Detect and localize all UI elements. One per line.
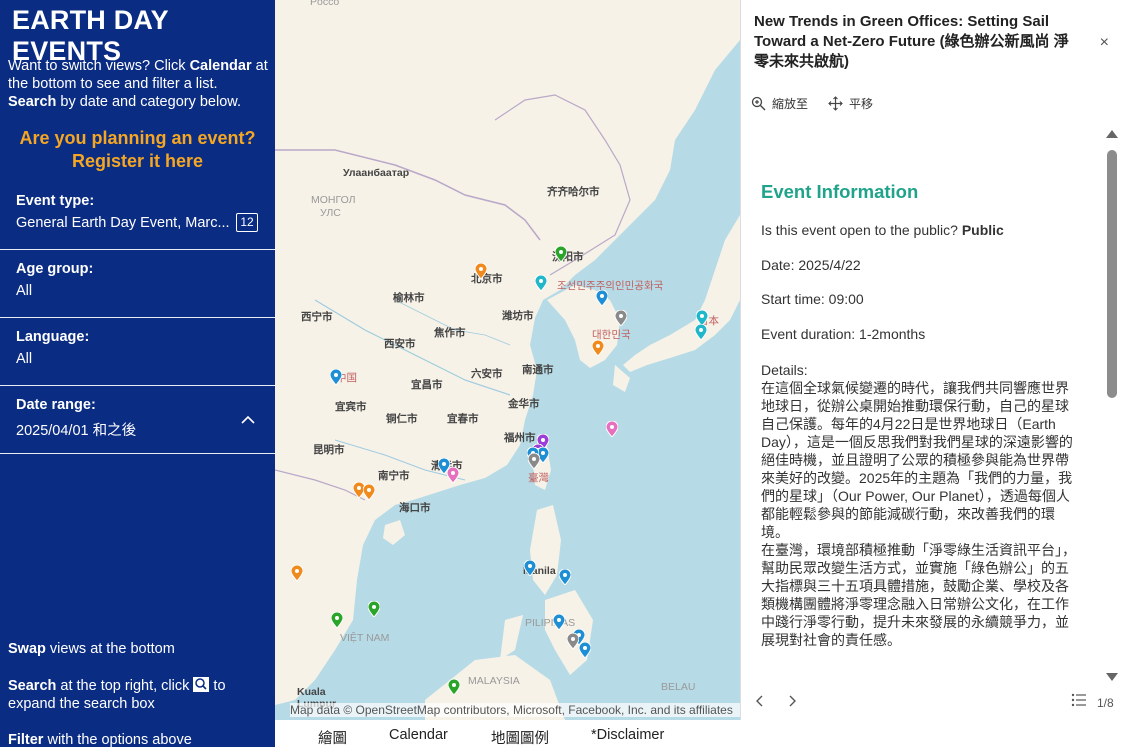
map-label: 西安市 [384,338,416,350]
previous-icon[interactable] [755,694,765,710]
map-view[interactable]: Улаанбаатар МОНГОЛ УЛС 齐齐哈尔市 沈阳市 北京市 조선민… [275,0,740,720]
list-icon[interactable] [1071,693,1087,710]
close-icon[interactable]: × [1100,34,1109,52]
map-label: MALAYSIA [468,675,520,687]
map-pin-icon[interactable] [475,263,487,279]
map-label: УЛС [320,207,341,219]
tab-calendar[interactable]: Calendar [389,727,448,743]
map-pin-icon[interactable] [592,340,604,356]
tab-disclaimer[interactable]: *Disclaimer [591,727,664,743]
search-icon [193,677,210,692]
filter-count-badge: 12 [236,213,258,232]
map-pin-icon[interactable] [567,633,579,649]
map-label: 西宁市 [301,311,333,323]
map-pin-icon[interactable] [596,290,608,306]
map-label: 六安市 [471,368,503,380]
start-time-field: Start time: 09:00 [761,291,864,307]
tab-legend[interactable]: 地圖圖例 [491,727,549,747]
map-pin-icon[interactable] [579,642,591,658]
help-filter: Filter with the options above [8,732,192,747]
map-label: 齐齐哈尔市 [547,186,600,198]
intro-text: Want to switch views? Click Calendar at … [8,58,268,110]
help-swap: Swap views at the bottom [8,641,175,657]
duration-field: Event duration: 1-2months [761,326,926,342]
filter-event-type[interactable]: Event type: General Earth Day Event, Mar… [0,183,275,250]
map-pin-icon[interactable] [553,614,565,630]
help-search: Search at the top right, click to expand… [8,677,226,712]
map-label: 榆林市 [393,292,425,304]
section-title: Event Information [761,181,919,202]
map-label: VIỆT NAM [340,632,390,644]
map-pin-icon[interactable] [363,484,375,500]
map-label: BELAU [661,681,696,693]
register-event-link[interactable]: Are you planning an event? Register it h… [0,127,275,173]
zoom-to-button[interactable]: 縮放至 [751,95,808,112]
map-pin-icon[interactable] [606,421,618,437]
map-label: 조선민주주의인민공화국 [557,280,664,292]
map-label: 金华市 [508,398,540,410]
scroll-thumb[interactable] [1107,150,1117,398]
sidebar: EARTH DAY EVENTS Want to switch views? C… [0,0,275,747]
map-label: 福州市 [504,432,536,444]
map-pin-icon[interactable] [535,275,547,291]
map-label: 宜宾市 [335,401,367,413]
map-pin-icon[interactable] [368,601,380,617]
map-pin-icon[interactable] [291,565,303,581]
chevron-up-icon[interactable] [241,413,255,427]
map-label: Kuala [297,686,326,698]
filter-language[interactable]: Language: All [0,319,275,386]
map-pin-icon[interactable] [448,679,460,695]
map-label: Pocco [310,0,340,8]
map-pin-icon[interactable] [528,453,540,469]
tab-draw[interactable]: 繪圖 [318,727,347,747]
scroll-up-icon[interactable] [1106,130,1118,138]
map-label: 潍坊市 [502,310,534,322]
map-label: 南通市 [522,364,554,376]
popup-content[interactable]: Event Information Is this event open to … [741,125,1106,685]
map-label: PILIPINAS [525,617,576,629]
map-pin-icon[interactable] [330,369,342,385]
map-label: 昆明市 [313,444,345,456]
map-label: 铜仁市 [386,413,418,425]
details-field: Details: 在這個全球氣候變遷的時代，讓我們共同響應世界地球日，從辦公桌開… [761,362,1076,648]
popup-scrollbar[interactable] [1106,130,1118,681]
map-label: 宜春市 [447,413,479,425]
zoom-in-icon [751,96,766,111]
pager-count: 1/8 [1097,696,1114,710]
event-popup: New Trends in Green Offices: Setting Sai… [740,0,1137,720]
bottom-tabs: 繪圖 Calendar 地圖圖例 *Disclaimer [275,721,1137,747]
filter-date-range[interactable]: Date range: 2025/04/01 和之後 [0,387,275,454]
date-field: Date: 2025/4/22 [761,257,861,273]
map-pin-icon[interactable] [524,560,536,576]
map-basemap [275,0,740,720]
map-label: 南宁市 [378,470,410,482]
map-label: 焦作市 [434,327,466,339]
move-icon [828,96,843,111]
map-pin-icon[interactable] [331,612,343,628]
filter-age-group[interactable]: Age group: All [0,251,275,318]
map-label: МОНГОЛ [311,194,356,206]
next-icon[interactable] [787,694,797,710]
popup-title: New Trends in Green Offices: Setting Sai… [754,13,1069,70]
pan-button[interactable]: 平移 [828,95,873,112]
map-label: 臺灣 [528,472,549,484]
public-field: Is this event open to the public? Public [761,222,1004,238]
map-pin-icon[interactable] [559,569,571,585]
map-pin-icon[interactable] [615,310,627,326]
map-label: 宜昌市 [411,379,443,391]
map-label: 海口市 [399,502,431,514]
map-pin-icon[interactable] [695,324,707,340]
map-attribution[interactable]: Map data © OpenStreetMap contributors, M… [290,703,740,717]
map-pin-icon[interactable] [555,246,567,262]
scroll-down-icon[interactable] [1106,673,1118,681]
map-label: Улаанбаатар [343,167,410,179]
map-pin-icon[interactable] [447,467,459,483]
